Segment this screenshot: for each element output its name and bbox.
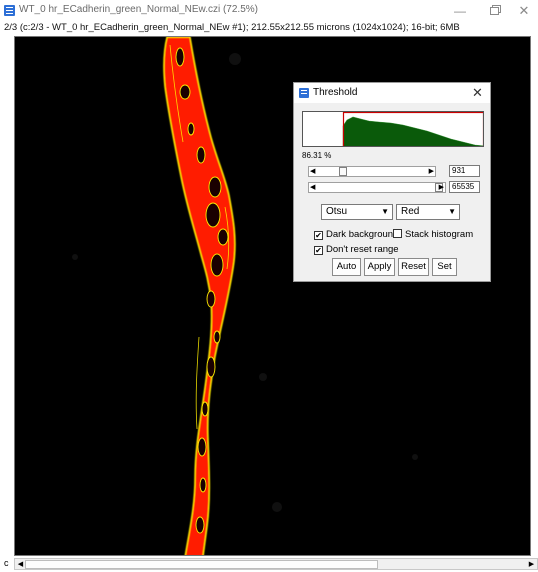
- dont-reset-range-label: Don't reset range: [326, 244, 399, 255]
- slider-right-arrow-icon[interactable]: ▶: [429, 167, 434, 177]
- window-title: WT_0 hr_ECadherin_green_Normal_NEw.czi (…: [19, 4, 258, 15]
- dark-background-label: Dark background: [326, 229, 399, 240]
- max-threshold-field[interactable]: 65535: [449, 181, 480, 193]
- channel-scrollbar[interactable]: ◀ ▶: [14, 558, 538, 570]
- histogram-bins: [343, 117, 483, 146]
- display-mode-value: Red: [401, 206, 420, 217]
- scroll-left-arrow-icon[interactable]: ◀: [16, 560, 25, 569]
- checkmark-icon[interactable]: ✔: [314, 231, 323, 240]
- chevron-down-icon: ▼: [448, 207, 456, 216]
- checkbox-empty-icon[interactable]: [393, 229, 402, 238]
- auto-button[interactable]: Auto: [332, 258, 361, 276]
- channel-label: c: [4, 558, 9, 568]
- image-info-bar: 2/3 (c:2/3 - WT_0 hr_ECadherin_green_Nor…: [4, 22, 460, 33]
- set-button[interactable]: Set: [432, 258, 457, 276]
- threshold-title: Threshold: [313, 87, 358, 98]
- threshold-histogram: [302, 111, 484, 147]
- slider-right-arrow-icon[interactable]: ▶: [439, 183, 444, 193]
- slider-left-arrow-icon[interactable]: ◀: [310, 167, 315, 177]
- slider-knob[interactable]: [339, 167, 347, 176]
- scroll-right-arrow-icon[interactable]: ▶: [527, 560, 536, 569]
- imagej-dialog-icon: [299, 88, 309, 98]
- reset-button[interactable]: Reset: [398, 258, 429, 276]
- restore-icon: [489, 7, 499, 15]
- threshold-dialog: Threshold ✕ 86.31 % ◀ ▶ 931 ◀ ▶ 65535 Ot…: [293, 82, 491, 282]
- stack-histogram-checkbox[interactable]: Stack histogram: [393, 229, 473, 240]
- scrollbar-thumb[interactable]: [25, 560, 378, 569]
- imagej-app-icon: [4, 5, 15, 16]
- checkmark-icon[interactable]: ✔: [314, 246, 323, 255]
- window-titlebar: WT_0 hr_ECadherin_green_Normal_NEw.czi (…: [0, 0, 538, 22]
- tissue-overlay: [163, 37, 236, 555]
- dont-reset-range-checkbox[interactable]: ✔ Don't reset range: [314, 244, 399, 255]
- method-value: Otsu: [326, 206, 348, 217]
- close-dialog-button[interactable]: ✕: [472, 85, 483, 101]
- method-select[interactable]: Otsu ▼: [321, 204, 393, 220]
- maximize-button[interactable]: [484, 2, 504, 20]
- display-mode-select[interactable]: Red ▼: [396, 204, 460, 220]
- chevron-down-icon: ▼: [381, 207, 389, 216]
- slider-left-arrow-icon[interactable]: ◀: [310, 183, 315, 193]
- threshold-titlebar[interactable]: Threshold ✕: [294, 83, 490, 103]
- min-threshold-field[interactable]: 931: [449, 165, 480, 177]
- stack-histogram-label: Stack histogram: [405, 229, 474, 240]
- minimize-button[interactable]: —: [450, 2, 470, 20]
- dark-background-checkbox[interactable]: ✔ Dark background: [314, 229, 398, 240]
- apply-button[interactable]: Apply: [364, 258, 395, 276]
- max-threshold-slider[interactable]: ◀ ▶: [308, 182, 446, 193]
- close-window-button[interactable]: ✕: [514, 2, 534, 20]
- min-threshold-slider[interactable]: ◀ ▶: [308, 166, 436, 177]
- threshold-percent: 86.31 %: [302, 151, 332, 160]
